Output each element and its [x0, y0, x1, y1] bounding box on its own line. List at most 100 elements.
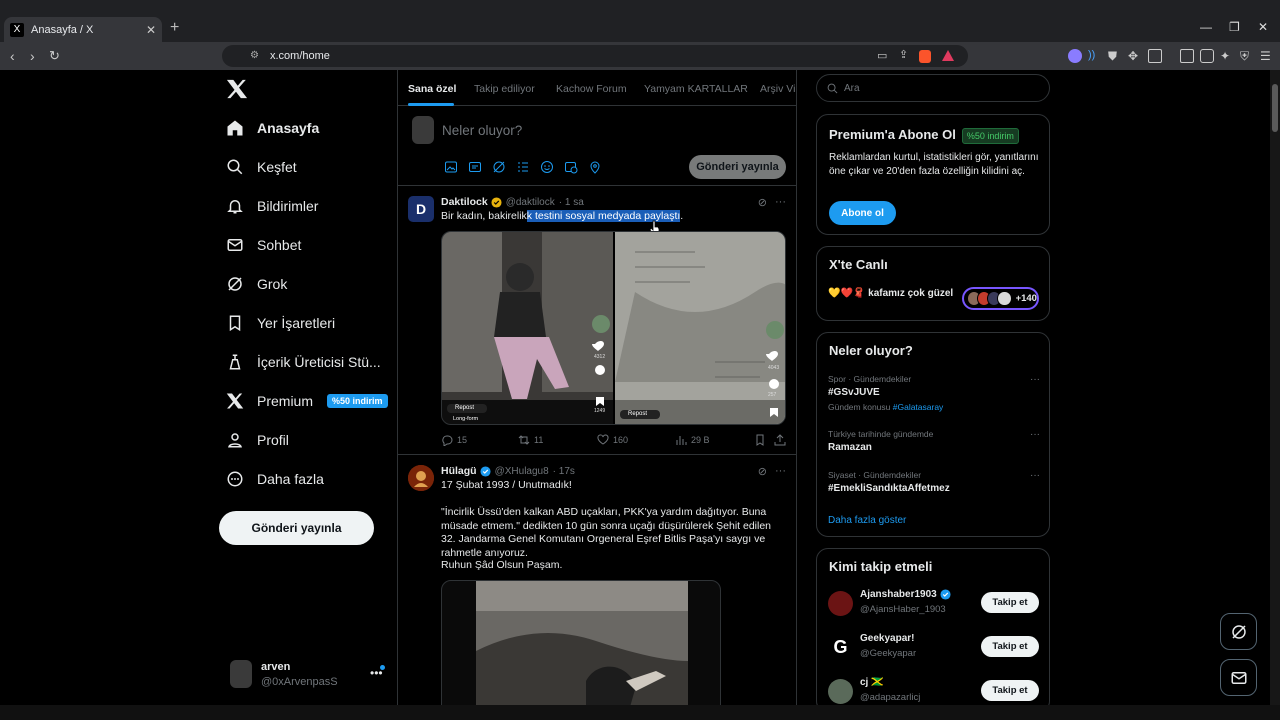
follow-suggestion[interactable]: cj 🇯🇲 @adapazarlicj Takip et [828, 677, 1040, 707]
leo-ai-icon[interactable]: ✦ [1220, 49, 1234, 63]
close-tab-icon[interactable]: ✕ [146, 23, 156, 37]
show-more-link[interactable]: Daha fazla göster [828, 515, 906, 526]
trend-link[interactable]: #Galatasaray [893, 402, 944, 412]
minimize-icon[interactable]: — [1200, 20, 1212, 34]
more-dots-icon[interactable]: ··· [1030, 429, 1040, 440]
menu-icon[interactable]: ☰ [1260, 49, 1274, 63]
tweet-author-handle[interactable]: @XHulagu8 [495, 466, 549, 477]
grok-floating-button[interactable] [1220, 613, 1257, 650]
repost-button[interactable]: 11 [518, 434, 543, 446]
cast-icon[interactable]: ▭ [877, 49, 887, 62]
follow-button[interactable]: Takip et [981, 636, 1039, 657]
trend-item[interactable]: Spor · Gündemdekiler #GSvJUVE Gündem kon… [828, 374, 1040, 412]
puzzle-icon[interactable]: ✥ [1128, 49, 1142, 63]
views-button[interactable]: 29 B [675, 434, 710, 446]
tweet-time[interactable]: · 17s [553, 466, 575, 477]
tweet-author-name[interactable]: Daktilock [441, 196, 488, 208]
tweet-media[interactable]: Repost Long-form 4312 1249 Repost 4043 2… [441, 231, 786, 425]
post-button[interactable]: Gönderi yayınla [219, 511, 374, 545]
tweet[interactable]: D Daktilock @daktilock · 1 sa ⊘ ··· Bir k… [398, 187, 796, 455]
grok-icon[interactable]: ⊘ [758, 465, 767, 478]
compose-post-button[interactable]: Gönderi yayınla [689, 155, 786, 179]
live-listeners-pill[interactable]: +140 [962, 287, 1039, 310]
audio-icon[interactable]: )) [1088, 49, 1102, 63]
compose-input[interactable]: Neler oluyor? [442, 123, 522, 138]
emoji-icon[interactable] [540, 160, 554, 174]
sidebar-item-explore[interactable]: Keşfet [226, 154, 297, 180]
tab-following[interactable]: Takip ediliyor [474, 83, 535, 95]
more-dots-icon[interactable]: ··· [775, 465, 786, 478]
follow-suggestion[interactable]: Ajanshaber1903 @AjansHaber_1903 Takip et [828, 589, 1040, 619]
page-scrollbar[interactable] [1270, 70, 1280, 705]
tab-yamyam-kartallar[interactable]: Yamyam KARTALLAR [644, 83, 748, 95]
sidebar-item-bookmarks[interactable]: Yer İşaretleri [226, 310, 335, 336]
extension-icon[interactable] [1068, 49, 1082, 63]
shield-icon[interactable]: ⛊ [1108, 49, 1122, 63]
vpn-icon[interactable]: ⛨ [1240, 49, 1254, 63]
more-dots-icon[interactable]: ··· [1030, 470, 1040, 481]
avatar[interactable]: D [408, 196, 434, 222]
grok-icon[interactable] [492, 160, 506, 174]
image-icon[interactable] [444, 160, 458, 174]
schedule-icon[interactable] [564, 160, 578, 174]
avatar[interactable] [408, 465, 434, 491]
maximize-icon[interactable]: ❐ [1229, 20, 1240, 34]
share-icon[interactable]: ⇪ [899, 48, 908, 61]
brave-shields-icon[interactable] [919, 50, 931, 63]
more-dots-icon[interactable]: ··· [775, 196, 786, 209]
sidebar-item-creator-studio[interactable]: İçerik Üreticisi Stü... [226, 349, 381, 375]
x-logo-icon[interactable] [226, 78, 248, 100]
account-switcher[interactable]: arven @0xArvenpasS ••• [230, 660, 400, 700]
poll-icon[interactable] [516, 160, 530, 174]
tweet-time[interactable]: · 1 sa [559, 197, 584, 208]
trend-item[interactable]: Siyaset · Gündemdekiler #EmekliSandıktaA… [828, 470, 1040, 494]
search-input[interactable]: Ara [816, 74, 1050, 102]
live-space[interactable]: 💛❤️🧣 kafamız çok güzel [828, 287, 953, 300]
bookmark-button[interactable] [754, 434, 766, 446]
like-button[interactable]: 160 [597, 434, 628, 446]
messages-floating-button[interactable] [1220, 659, 1257, 696]
tweet-media[interactable] [441, 580, 721, 705]
tab-for-you[interactable]: Sana özel [408, 83, 456, 95]
trend-item[interactable]: Türkiye tarihinde gündemde Ramazan ··· [828, 429, 1040, 453]
sidebar-item-home[interactable]: Anasayfa [226, 115, 319, 141]
tweet[interactable]: Hülagü @XHulagu8 · 17s ⊘ ··· 17 Şubat 199… [398, 456, 796, 705]
avatar [828, 679, 853, 704]
sidebar-item-premium[interactable]: Premium %50 indirim [226, 388, 388, 414]
screenshot-icon[interactable] [1148, 49, 1162, 63]
tweet-author-name[interactable]: Hülagü [441, 465, 477, 477]
site-settings-icon[interactable]: ⚙ [250, 50, 259, 61]
reload-icon[interactable]: ↻ [49, 48, 60, 64]
sidebar-item-messages[interactable]: Sohbet [226, 232, 301, 258]
location-icon[interactable] [588, 160, 602, 174]
tab-kachow-forum[interactable]: Kachow Forum [556, 83, 627, 95]
sidebar-item-notifications[interactable]: Bildirimler [226, 193, 318, 219]
share-button[interactable] [774, 434, 786, 446]
follow-button[interactable]: Takip et [981, 592, 1039, 613]
live-card[interactable]: X'te Canlı 💛❤️🧣 kafamız çok güzel +140 [816, 246, 1050, 321]
more-dots-icon[interactable]: ··· [1030, 374, 1040, 385]
wallet-icon[interactable] [1200, 49, 1214, 63]
follow-button[interactable]: Takip et [981, 680, 1039, 701]
media-image-left[interactable]: Repost Long-form 4312 1249 [442, 232, 613, 424]
address-bar[interactable]: ⚙ x.com/home ▭ ⇪ [222, 45, 968, 67]
follow-suggestion[interactable]: G Geekyapar! @Geekyapar Takip et [828, 633, 1040, 663]
brave-rewards-icon[interactable] [942, 50, 954, 61]
grok-icon[interactable]: ⊘ [758, 196, 767, 209]
scrollbar-thumb[interactable] [1272, 84, 1278, 132]
subscribe-button[interactable]: Abone ol [829, 201, 896, 225]
forward-icon[interactable]: › [30, 48, 35, 64]
back-icon[interactable]: ‹ [10, 48, 15, 64]
close-window-icon[interactable]: ✕ [1258, 20, 1268, 34]
media-image-right[interactable]: Repost 4043 257 [615, 232, 785, 424]
sidebar-item-grok[interactable]: Grok [226, 271, 287, 297]
gif-icon[interactable] [468, 160, 482, 174]
tweet-author-handle[interactable]: @daktilock [506, 197, 555, 208]
reply-button[interactable]: 15 [441, 434, 467, 446]
browser-tab[interactable]: X Anasayfa / X ✕ [4, 17, 162, 42]
tab-arsiv[interactable]: Arşiv Vi [760, 83, 795, 95]
new-tab-button[interactable]: + [170, 19, 179, 37]
sidebar-item-profile[interactable]: Profil [226, 427, 289, 453]
sidebar-item-more[interactable]: Daha fazla [226, 466, 324, 492]
sidebar-toggle-icon[interactable] [1180, 49, 1194, 63]
